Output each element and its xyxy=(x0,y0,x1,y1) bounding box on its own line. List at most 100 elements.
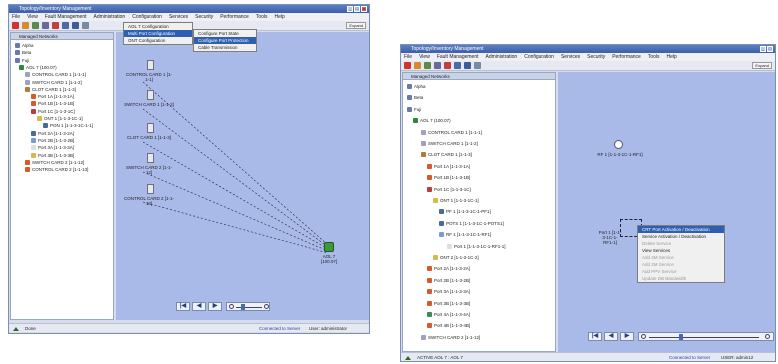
menu-services[interactable]: Services xyxy=(169,13,188,21)
menu-tools[interactable]: Tools xyxy=(256,13,268,21)
menu-fault-management[interactable]: Fault Management xyxy=(437,53,479,61)
tree-item[interactable]: Port 4A [1-1-3-4A] xyxy=(427,311,470,318)
menu-item-ont-config[interactable]: ONT Configuration xyxy=(124,37,192,44)
first-page-button[interactable]: |◀ xyxy=(588,332,602,341)
menu-configuration[interactable]: Configuration xyxy=(132,13,162,21)
tree-item[interactable]: Port 3A [1-1-3-3A] xyxy=(427,288,470,295)
tree-item[interactable]: Port 1B [1-1-3-1B] xyxy=(31,100,74,107)
tree-item[interactable]: Port 2B [1-1-3-2B] xyxy=(427,277,470,284)
tree-item[interactable]: Port 3B [1-1-3-3B] xyxy=(427,300,470,307)
context-menu-item[interactable]: Add 4M Service xyxy=(638,254,724,261)
refresh-icon[interactable] xyxy=(32,22,39,29)
tree-item[interactable]: PON 1 [1-1-3-1C-1-1] xyxy=(43,122,93,129)
prev-page-button[interactable]: ◀ xyxy=(604,332,618,341)
right-topology-canvas[interactable]: RF 1 [1-1-3-1C-1-RF1] Port 1 [1-1-3-1C-1… xyxy=(558,72,775,352)
rf-node-icon[interactable] xyxy=(614,140,623,149)
alarm-icon[interactable] xyxy=(444,62,451,69)
menu-fault-management[interactable]: Fault Management xyxy=(45,13,87,21)
zoom-icon[interactable] xyxy=(42,22,49,29)
tree-item[interactable]: SWITCH CARD 2 [1-1-12] xyxy=(25,159,84,166)
zoom-in-icon[interactable] xyxy=(765,334,770,339)
back-icon[interactable] xyxy=(414,62,421,69)
menu-services[interactable]: Services xyxy=(561,53,580,61)
tree-item[interactable]: CLOT CARD 1 [1-1-3] xyxy=(421,151,472,158)
tree-item[interactable]: POTS 1 [1-1-3-1C-1-POTS1] xyxy=(439,220,504,227)
zoom-icon[interactable] xyxy=(434,62,441,69)
menu-security[interactable]: Security xyxy=(587,53,605,61)
tree-item[interactable]: Port 1A [1-1-3-1A] xyxy=(31,93,74,100)
stop-icon[interactable] xyxy=(404,62,411,69)
tree-item[interactable]: Port 4B [1-1-3-4B] xyxy=(427,322,470,329)
zoom-slider[interactable] xyxy=(226,302,270,311)
expand-button[interactable]: Expand xyxy=(346,22,366,29)
menu-administration[interactable]: Administration xyxy=(486,53,518,61)
tree-item[interactable]: AOL 7 (100.07) xyxy=(413,117,451,124)
context-menu-item[interactable]: View Services xyxy=(638,247,724,254)
menu-help[interactable]: Help xyxy=(275,13,285,21)
tree-item[interactable]: AOL 7 (100.07) xyxy=(19,64,57,71)
menu-file[interactable]: File xyxy=(404,53,412,61)
aol-node-icon[interactable] xyxy=(324,242,334,252)
minimize-button[interactable]: _ xyxy=(760,46,766,52)
menu-help[interactable]: Help xyxy=(667,53,677,61)
tree-item[interactable]: RF 1 [1-1-3-1C-1-RF1] xyxy=(439,231,491,238)
back-icon[interactable] xyxy=(22,22,29,29)
tree-item[interactable]: CONTROL CARD 2 [1-1-13] xyxy=(25,166,88,173)
tree-item[interactable]: Port 1 [1-1-3-1C-1-RF1-1] xyxy=(447,243,506,250)
menu-administration[interactable]: Administration xyxy=(94,13,126,21)
tree-item[interactable]: Port 1C [1-1-3-1C] xyxy=(31,108,75,115)
clot-card-1-node-icon[interactable] xyxy=(147,123,154,133)
context-menu-item[interactable]: CRT Port Activation / Deactivation xyxy=(638,226,724,233)
maximize-button[interactable]: □ xyxy=(354,6,360,12)
menu-item-aol-config[interactable]: AOL 7 Configuration xyxy=(124,23,192,30)
grid-icon[interactable] xyxy=(464,62,471,69)
tree-item[interactable]: PF 1 [1-1-3-1C-1-PF1] xyxy=(439,208,491,215)
tree-item[interactable]: Beta xyxy=(407,94,423,101)
tree-item[interactable]: Port 2A [1-1-3-2A] xyxy=(31,130,74,137)
grid-icon[interactable] xyxy=(72,22,79,29)
alarm-icon[interactable] xyxy=(52,22,59,29)
tree-item[interactable]: Port 2A [1-1-3-2A] xyxy=(427,265,470,272)
tree-item[interactable]: CLOT CARD 1 [1-1-3] xyxy=(25,86,76,93)
menu-performance[interactable]: Performance xyxy=(612,53,641,61)
tree-item[interactable]: ONT 1 [1-1-3-1C-1] xyxy=(433,197,479,204)
tree-item[interactable]: Fuji xyxy=(407,106,421,113)
tree-item[interactable]: Fuji xyxy=(15,57,29,64)
menu-view[interactable]: View xyxy=(419,53,430,61)
menu-security[interactable]: Security xyxy=(195,13,213,21)
zoom-thumb[interactable] xyxy=(679,334,683,340)
minimize-button[interactable]: _ xyxy=(347,6,353,12)
switch-card-1-node-icon[interactable] xyxy=(147,90,154,100)
maximize-button[interactable]: □ xyxy=(767,46,773,52)
context-menu-item[interactable]: Add 2M Service xyxy=(638,261,724,268)
context-menu-item[interactable]: Delete Service xyxy=(638,240,724,247)
status-collapse-icon[interactable] xyxy=(13,327,19,331)
tree-item[interactable]: Port 1A [1-1-3-1A] xyxy=(427,163,470,170)
expand-button[interactable]: Expand xyxy=(752,62,772,69)
menu-item-multi-port-config[interactable]: Multi Port Configuration xyxy=(124,30,192,37)
first-page-button[interactable]: |◀ xyxy=(176,302,190,311)
tree-item[interactable]: Port 3B [1-1-3-3B] xyxy=(31,152,74,159)
config-icon[interactable] xyxy=(454,62,461,69)
print-icon[interactable] xyxy=(474,62,481,69)
context-menu-item[interactable]: Add PPV Service xyxy=(638,268,724,275)
stop-icon[interactable] xyxy=(12,22,19,29)
print-icon[interactable] xyxy=(82,22,89,29)
tree-item[interactable]: Port 3A [1-1-3-3A] xyxy=(31,144,74,151)
prev-page-button[interactable]: ◀ xyxy=(192,302,206,311)
tree-item[interactable]: Alpha xyxy=(15,42,34,49)
control-card-2-node-icon[interactable] xyxy=(147,184,154,194)
context-menu-item[interactable]: Service Activation / Deactivation xyxy=(638,233,724,240)
menu-file[interactable]: File xyxy=(12,13,20,21)
zoom-in-icon[interactable] xyxy=(264,304,269,309)
menu-view[interactable]: View xyxy=(27,13,38,21)
menu-item-configure-port-protection[interactable]: Configure Port Protection xyxy=(194,37,256,44)
tree-item[interactable]: ONT 2 [1-1-3-1C-2] xyxy=(433,254,479,261)
zoom-thumb[interactable] xyxy=(241,304,245,310)
zoom-out-icon[interactable] xyxy=(229,304,234,309)
close-button[interactable]: x xyxy=(361,6,367,12)
config-icon[interactable] xyxy=(62,22,69,29)
tree-item[interactable]: CONTROL CARD 1 [1-1-1] xyxy=(421,129,482,136)
menu-item-cable-transmission[interactable]: Cable Transmission xyxy=(194,44,256,51)
menu-item-configure-port-state[interactable]: Configure Port State xyxy=(194,30,256,37)
